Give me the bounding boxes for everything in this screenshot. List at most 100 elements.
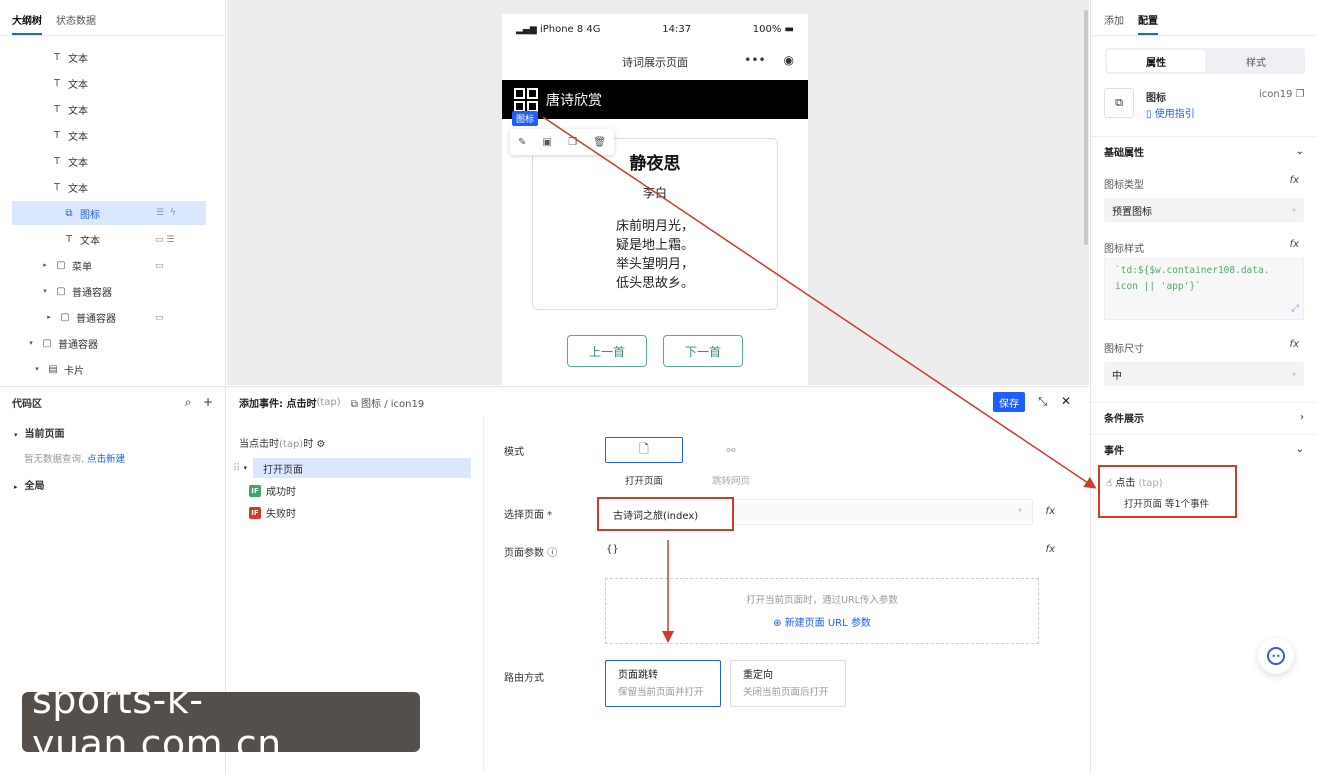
tag-icon[interactable]: ▭ ☰ xyxy=(155,235,174,245)
card-icon: ▤ xyxy=(48,363,58,375)
icon-type-select[interactable]: 预置图标 ▾ xyxy=(1104,198,1304,222)
link-icon: ⚯ xyxy=(726,443,736,457)
app-grid-icon[interactable] xyxy=(514,87,538,112)
current-page-node[interactable]: ▾ 当前页面 xyxy=(14,425,64,440)
page-params-value[interactable]: {} xyxy=(606,544,619,555)
mode-jump-web-card[interactable]: ⚯ xyxy=(692,437,770,463)
params-dropzone: 打开当前页面时，通过URL传入参数 ⊕ 新建页面 URL 参数 xyxy=(605,578,1039,644)
container-icon: ▢ xyxy=(56,259,66,271)
tree-item-menu[interactable]: ▸ ▢ 菜单 xyxy=(40,253,92,277)
text-icon: T xyxy=(53,103,61,115)
tab-outline[interactable]: 大纲树 xyxy=(12,12,42,35)
search-icon[interactable]: ⌕ xyxy=(185,395,192,409)
new-param-button[interactable]: ⊕ 新建页面 URL 参数 xyxy=(606,614,1038,629)
header-title: 唐诗欣赏 xyxy=(546,92,602,109)
create-query-link[interactable]: 点击新建 xyxy=(87,454,125,465)
text-icon: T xyxy=(53,77,61,89)
phone-status-bar: ▂▄▆ iPhone 8 4G 14:37 100% ▬ xyxy=(502,14,808,44)
route-jump-card[interactable]: 页面跳转 保留当前页面并打开 xyxy=(605,660,721,707)
bolt-icon[interactable]: ϟ xyxy=(170,208,176,218)
add-icon[interactable]: + xyxy=(203,395,213,409)
save-icon[interactable]: ▣ xyxy=(543,137,552,148)
icon-component-icon: ⧉ xyxy=(65,207,73,219)
global-node[interactable]: ▸ 全局 xyxy=(14,477,44,492)
target-icon[interactable]: ◉ xyxy=(784,53,794,67)
component-id: icon19 ❐ xyxy=(1259,89,1305,100)
tree-item-container[interactable]: ▸ ▢ 普通容器 xyxy=(44,305,116,329)
clock: 14:37 xyxy=(662,23,692,35)
save-button[interactable]: 保存 xyxy=(993,392,1025,412)
edit-icon[interactable]: ✎ xyxy=(518,137,526,148)
canvas-scrollbar[interactable] xyxy=(1084,10,1088,245)
select-page-value[interactable]: 古诗词之旅(index) xyxy=(597,497,734,531)
copy-icon[interactable]: ❐ xyxy=(568,137,577,148)
tree-item-icon-selected[interactable]: ⧉ 图标 ☰ ϟ xyxy=(12,201,206,225)
section-basic-properties[interactable]: 基础属性 ⌄ xyxy=(1091,136,1317,166)
route-redirect-card[interactable]: 重定向 关闭当前页面后打开 xyxy=(730,660,846,707)
tree-item-text[interactable]: T 文本 xyxy=(50,45,88,69)
segment-attributes[interactable]: 属性 xyxy=(1107,50,1205,72)
event-tap-item[interactable]: ☝ 点击 (tap) 打开页面 等1个事件 xyxy=(1098,465,1237,518)
battery: 100% ▬ xyxy=(752,23,794,35)
component-toolbar: ✎ ▣ ❐ 🗑 xyxy=(510,129,614,155)
tree-item-text[interactable]: T 文本 xyxy=(50,123,88,147)
select-page-label: 选择页面 * xyxy=(504,510,553,521)
tree-item-card[interactable]: ▾ ▤ 卡片 xyxy=(32,357,84,381)
container-icon: ▢ xyxy=(60,311,70,323)
tree-item-container[interactable]: ▾ ▢ 普通容器 xyxy=(26,331,98,355)
section-condition[interactable]: 条件展示 › xyxy=(1091,402,1317,432)
page-params-label: 页面参数 ⓘ xyxy=(504,548,558,559)
fx-icon[interactable]: fx xyxy=(1046,544,1055,555)
tab-state-data[interactable]: 状态数据 xyxy=(56,12,96,35)
drag-handle-icon[interactable]: ⠿ xyxy=(233,463,240,474)
tree-item-text[interactable]: T 文本 xyxy=(50,97,88,121)
tab-add[interactable]: 添加 xyxy=(1104,12,1124,35)
fx-icon[interactable]: fx xyxy=(1046,506,1055,517)
tree-item-text[interactable]: T 文本 xyxy=(50,149,88,173)
event-editor-title: 添加事件: 点击时 xyxy=(239,398,317,410)
list-icon[interactable]: ☰ xyxy=(156,208,164,218)
delete-icon[interactable]: 🗑 xyxy=(593,137,606,148)
params-hint: 打开当前页面时，通过URL传入参数 xyxy=(746,595,898,606)
tree-item-text[interactable]: T 文本 xyxy=(50,71,88,95)
config-tabs: 添加 配置 xyxy=(1091,0,1317,36)
help-icon[interactable]: ⓘ xyxy=(547,548,557,559)
caret-down-icon: ▾ xyxy=(29,339,33,347)
text-icon: T xyxy=(53,155,61,167)
mode-jump-web-label: 跳转网页 xyxy=(712,476,751,487)
close-icon[interactable]: ✕ xyxy=(1061,394,1071,408)
tag-icon[interactable]: ▭ xyxy=(155,313,164,323)
tab-config[interactable]: 配置 xyxy=(1138,12,1158,35)
action-open-page[interactable]: ⠿ ▾ 打开页面 xyxy=(233,458,471,478)
chevron-down-icon: ▾ xyxy=(1017,506,1022,515)
fx-icon[interactable]: fx xyxy=(1290,239,1299,250)
expand-icon[interactable]: ⤡ xyxy=(1038,395,1047,409)
fx-icon[interactable]: fx xyxy=(1290,339,1299,350)
mode-open-page-card[interactable]: 🗋 xyxy=(605,437,683,463)
add-circle-icon: ⊕ xyxy=(773,618,782,629)
icon-size-select[interactable]: 中 ▾ xyxy=(1104,362,1304,386)
tag-icon[interactable]: ▭ xyxy=(155,261,164,271)
prev-button[interactable]: 上一首 xyxy=(567,335,647,367)
branch-success[interactable]: IF 成功时 xyxy=(249,483,296,498)
icon-component-icon: ⧉ xyxy=(1115,96,1123,109)
tree-item-text[interactable]: T 文本 xyxy=(62,227,100,251)
tree-item-container[interactable]: ▾ ▢ 普通容器 xyxy=(40,279,112,303)
section-events[interactable]: 事件 ⌄ xyxy=(1091,434,1317,464)
phone-preview: ▂▄▆ iPhone 8 4G 14:37 100% ▬ 诗词展示页面 ••• … xyxy=(502,14,808,385)
assistant-button[interactable]: •• xyxy=(1258,638,1294,674)
tree-item-text[interactable]: T 文本 xyxy=(50,175,88,199)
copy-icon[interactable]: ❐ xyxy=(1296,89,1305,100)
next-button[interactable]: 下一首 xyxy=(663,335,743,367)
fx-icon[interactable]: fx xyxy=(1290,175,1299,186)
trigger-label: 当点击时(tap)时 ⚙ xyxy=(239,439,326,450)
more-icon[interactable]: ••• xyxy=(744,53,765,67)
expand-icon[interactable]: ⤢ xyxy=(1291,301,1299,317)
branch-failure[interactable]: IF 失败时 xyxy=(249,505,296,520)
segment-style[interactable]: 样式 xyxy=(1207,48,1305,74)
settings-icon[interactable]: ⚙ xyxy=(316,439,325,450)
chevron-down-icon: ⌄ xyxy=(1295,444,1304,455)
icon-style-expression[interactable]: `td:${$w.container108.data. icon || 'app… xyxy=(1104,258,1304,320)
outline-panel: 大纲树 状态数据 T 文本 T 文本 T 文本 T 文本 T 文本 T 文本 ⧉ 图标 ☰ ϟ… xyxy=(0,0,226,385)
usage-guide-link[interactable]: ▯ 使用指引 xyxy=(1146,105,1195,120)
